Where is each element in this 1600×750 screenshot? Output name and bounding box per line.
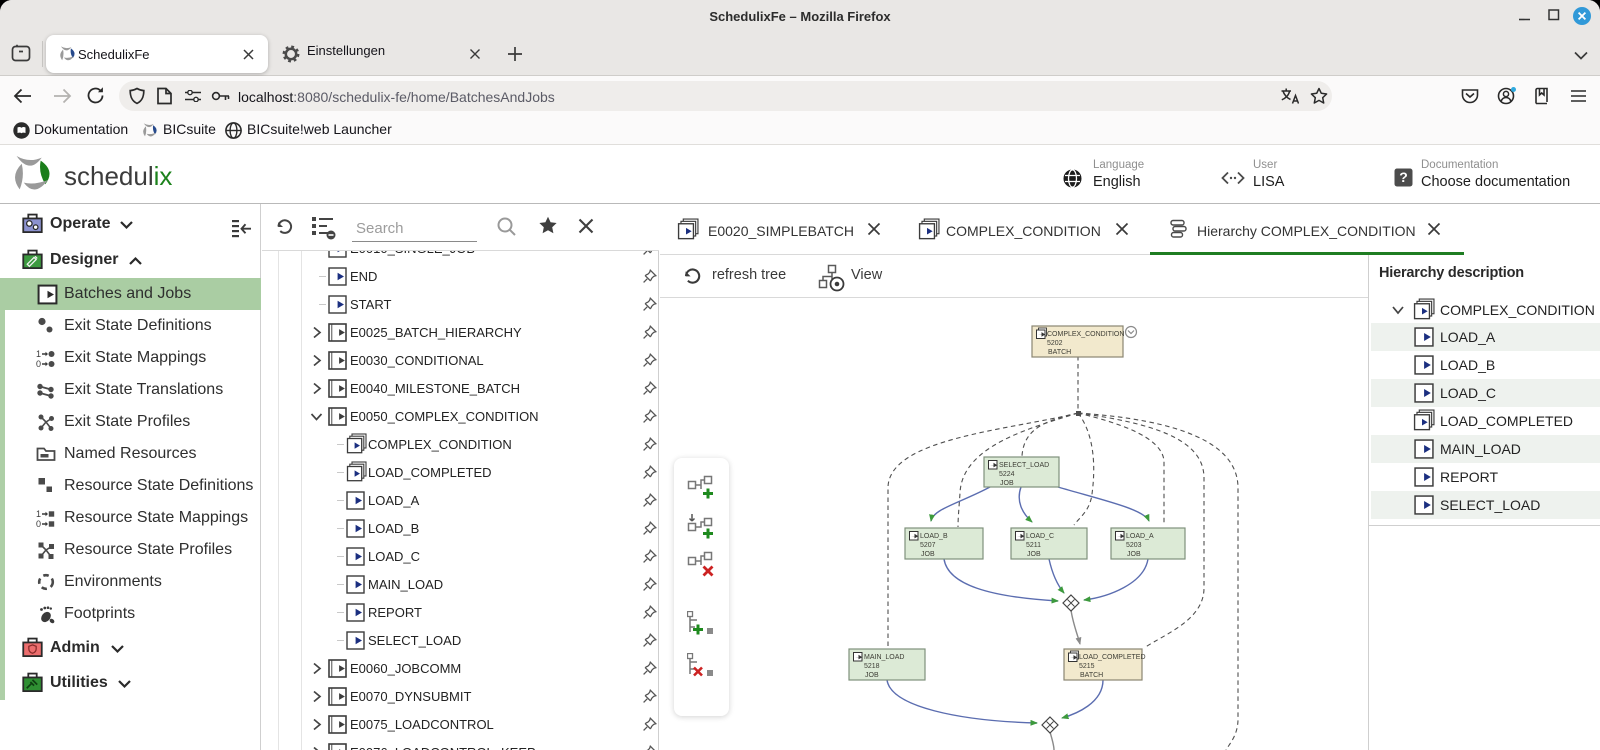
svg-text:SELECT_LOAD: SELECT_LOAD <box>999 462 1049 469</box>
svg-text:5202: 5202 <box>1047 340 1063 347</box>
svg-text:LOAD_C: LOAD_C <box>1026 533 1054 540</box>
svg-text:JOB: JOB <box>1027 551 1041 558</box>
svg-text:BATCH: BATCH <box>1080 672 1103 679</box>
svg-text:JOB: JOB <box>921 551 935 558</box>
svg-text:5203: 5203 <box>1126 542 1142 549</box>
svg-text:JOB: JOB <box>865 672 879 679</box>
svg-text:?: ? <box>1399 169 1408 185</box>
svg-text:JOB: JOB <box>1000 480 1014 487</box>
svg-text:BATCH: BATCH <box>1048 349 1071 356</box>
svg-text:5215: 5215 <box>1079 663 1095 670</box>
svg-text:MAIN_LOAD: MAIN_LOAD <box>864 654 904 661</box>
svg-text:5207: 5207 <box>920 542 936 549</box>
svg-text:0: 0 <box>36 359 41 369</box>
svg-text:5224: 5224 <box>999 471 1015 478</box>
svg-text:5218: 5218 <box>864 663 880 670</box>
svg-text:JOB: JOB <box>1127 551 1141 558</box>
svg-text:1: 1 <box>36 349 41 359</box>
svg-text:0: 0 <box>36 519 41 529</box>
svg-text:LOAD_A: LOAD_A <box>1126 533 1154 540</box>
svg-text:LOAD_B: LOAD_B <box>920 533 948 540</box>
svg-text:COMPLEX_CONDITION: COMPLEX_CONDITION <box>1047 331 1124 338</box>
svg-text:1: 1 <box>36 509 41 519</box>
svg-text:LOAD_COMPLETED: LOAD_COMPLETED <box>1079 654 1146 661</box>
svg-text:5211: 5211 <box>1026 542 1041 549</box>
